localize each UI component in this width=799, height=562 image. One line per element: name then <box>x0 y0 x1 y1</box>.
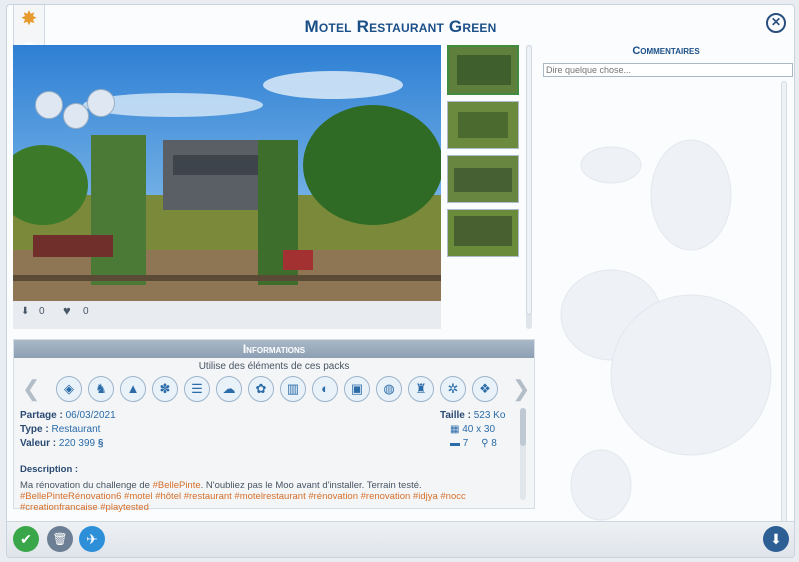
thumbnail[interactable] <box>447 101 519 149</box>
download-count-icon[interactable]: ⬇ <box>21 306 29 317</box>
left-panel: ⬇ 0 ♥ 0 Informations Utilise des élément… <box>13 45 535 535</box>
household-icon[interactable] <box>87 89 115 117</box>
bottom-toolbar: ✔ 🗑 ✈ ⬇ <box>7 521 794 557</box>
share-label: Partage : <box>20 410 63 421</box>
type-value: Restaurant <box>51 424 101 435</box>
download-button[interactable]: ⬇ <box>763 526 789 552</box>
download-count: 0 <box>39 306 45 317</box>
pack-icon[interactable]: ❖ <box>472 376 498 402</box>
pack-icon[interactable]: ☁ <box>216 376 242 402</box>
pack-icon[interactable]: ✲ <box>440 376 466 402</box>
bath-icon: ⚲ <box>481 438 489 449</box>
pack-icon[interactable]: ▲ <box>120 376 146 402</box>
pack-carousel: ❮ ❯ ◈ ♞ ▲ ✽ ☰ ☁ ✿ ▥ ◐ ▣ ◍ ♜ ✲ ❖ <box>20 374 530 406</box>
comments-scrollbar[interactable] <box>781 81 787 529</box>
shell-icon[interactable] <box>63 103 89 129</box>
comments-panel: Commentaires <box>541 45 793 535</box>
thumbnail[interactable] <box>447 45 519 95</box>
chevron-right-icon[interactable]: ❯ <box>512 378 530 402</box>
description-scrollbar[interactable] <box>520 408 526 500</box>
pack-icon[interactable]: ♜ <box>408 376 434 402</box>
comment-input[interactable] <box>543 63 793 77</box>
bed-icon: ▬ <box>450 438 460 449</box>
pack-icon[interactable]: ◐ <box>312 376 338 402</box>
heart-icon[interactable]: ♥ <box>63 303 71 318</box>
pack-icon[interactable]: ♞ <box>88 376 114 402</box>
info-panel: Informations Utilise des éléments de ces… <box>13 339 535 513</box>
value-label: Valeur : <box>20 438 57 449</box>
page-title: Motel Restaurant Green <box>304 17 497 36</box>
close-icon[interactable]: ✕ <box>766 13 786 33</box>
pack-icon[interactable]: ✽ <box>152 376 178 402</box>
size-label: Taille : <box>440 410 471 421</box>
description-text: Ma rénovation du challenge de <box>20 480 153 491</box>
pack-icon[interactable]: ▥ <box>280 376 306 402</box>
pack-icon[interactable]: ✿ <box>248 376 274 402</box>
description-label: Description : <box>20 464 79 475</box>
gallery-window: ✸ Motel Restaurant Green ✕ ⬇ 0 ♥ 0 Infor… <box>6 4 795 558</box>
thumbnail[interactable] <box>447 209 519 257</box>
pack-icon[interactable]: ◍ <box>376 376 402 402</box>
share-value: 06/03/2021 <box>65 410 116 421</box>
delete-button[interactable]: 🗑 <box>47 526 73 552</box>
build-icon[interactable] <box>35 91 63 119</box>
packs-caption: Utilise des éléments de ces packs <box>198 361 350 372</box>
pack-icon[interactable]: ▣ <box>344 376 370 402</box>
bed-count: 7 <box>462 438 469 449</box>
comments-header: Commentaires <box>632 45 700 57</box>
value-value: 220 399 <box>58 438 96 449</box>
chevron-left-icon[interactable]: ❮ <box>22 378 40 402</box>
description-text-2: . N'oubliez pas le Moo avant d'installer… <box>200 480 422 491</box>
info-header: Informations <box>14 340 534 358</box>
description: Description : Ma rénovation du challenge… <box>20 464 515 513</box>
like-count: 0 <box>83 306 89 317</box>
description-tags[interactable]: #BellePinteRénovation6 #motel #hôtel #re… <box>20 491 466 513</box>
twitter-button[interactable]: ✈ <box>79 526 105 552</box>
thumbnail-list <box>447 45 519 263</box>
simoleon-icon: § <box>97 438 104 449</box>
image-stats-bar: ⬇ 0 ♥ 0 <box>13 301 441 329</box>
type-label: Type : <box>20 424 49 435</box>
main-screenshot <box>13 45 441 301</box>
image-scrollbar[interactable] <box>526 45 532 329</box>
ok-button[interactable]: ✔ <box>13 526 39 552</box>
pack-icon[interactable]: ◈ <box>56 376 82 402</box>
bath-count: 8 <box>491 438 497 449</box>
size-value: 523 Ko <box>473 410 506 421</box>
thumbnail[interactable] <box>447 155 519 203</box>
comments-background-illustration <box>560 139 772 521</box>
lot-grid-icon: ▦ <box>450 424 460 435</box>
pack-icon[interactable]: ☰ <box>184 376 210 402</box>
description-tag[interactable]: #BellePinte <box>153 480 201 491</box>
lot-size: 40 x 30 <box>462 424 496 435</box>
